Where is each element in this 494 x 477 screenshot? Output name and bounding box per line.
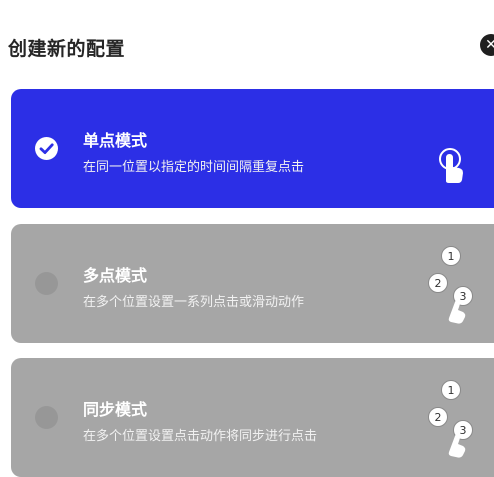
- step-1-label: 1: [448, 384, 455, 397]
- check-icon: [39, 143, 54, 154]
- step-2-label: 2: [435, 411, 442, 424]
- dialog-title: 创建新的配置: [8, 38, 126, 60]
- option-multi-tap[interactable]: 多点模式 在多个位置设置一系列点击或滑动动作 1 2 3: [11, 224, 494, 343]
- multi-tap-icon: 1 2 3: [428, 246, 473, 324]
- option-title: 同步模式: [83, 400, 148, 419]
- step-3-label: 3: [460, 424, 467, 437]
- option-title: 多点模式: [83, 266, 148, 285]
- radio-unchecked[interactable]: [35, 272, 58, 295]
- sync-tap-icon: 1 2 3: [428, 380, 473, 458]
- radio-checked[interactable]: [35, 137, 58, 160]
- step-1-label: 1: [448, 250, 455, 263]
- option-single-tap[interactable]: 单点模式 在同一位置以指定的时间间隔重复点击: [11, 89, 494, 208]
- option-title: 单点模式: [83, 131, 148, 150]
- step-2-label: 2: [435, 277, 442, 290]
- step-3-label: 3: [460, 290, 467, 303]
- option-description: 在同一位置以指定的时间间隔重复点击: [83, 160, 305, 175]
- close-button[interactable]: ✕: [480, 34, 494, 56]
- radio-unchecked[interactable]: [35, 406, 58, 429]
- option-sync-tap[interactable]: 同步模式 在多个位置设置点击动作将同步进行点击 1 2 3: [11, 358, 494, 477]
- close-icon: ✕: [485, 37, 494, 53]
- option-description: 在多个位置设置点击动作将同步进行点击: [83, 429, 318, 444]
- single-tap-icon: [439, 148, 463, 183]
- option-description: 在多个位置设置一系列点击或滑动动作: [83, 295, 305, 310]
